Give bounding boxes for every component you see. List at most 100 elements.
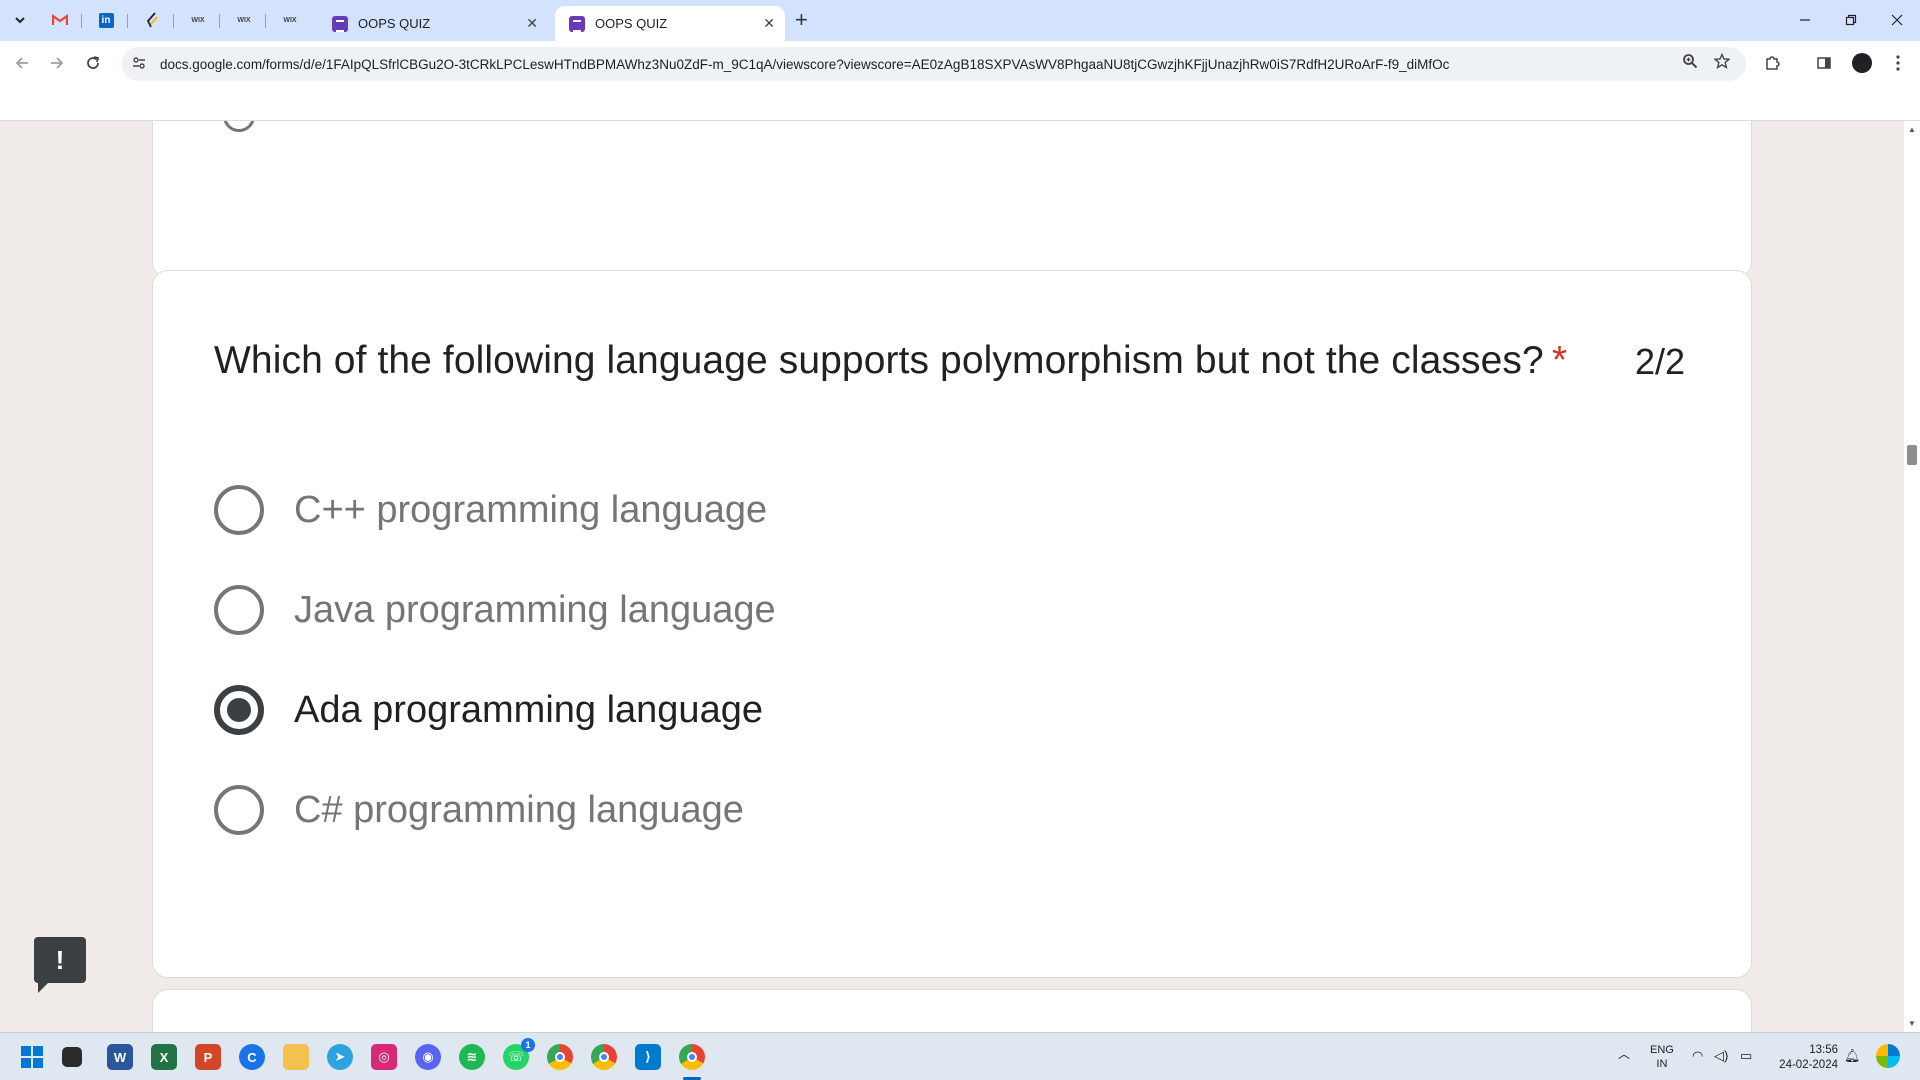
minimize-button[interactable] bbox=[1782, 4, 1828, 36]
tab-title: OOPS QUIZ bbox=[358, 16, 431, 31]
forward-button[interactable] bbox=[43, 49, 71, 77]
zoom-icon[interactable] bbox=[1682, 53, 1698, 74]
linkedin-icon: in bbox=[98, 12, 114, 28]
copilot-icon[interactable] bbox=[1876, 1044, 1900, 1068]
telegram-icon[interactable]: ➤ bbox=[327, 1044, 353, 1070]
required-asterisk: * bbox=[1551, 339, 1568, 382]
pinned-tab-wix-1[interactable]: WIX bbox=[184, 8, 220, 32]
puzzle-icon bbox=[1766, 56, 1780, 70]
file-explorer-icon[interactable] bbox=[62, 1047, 82, 1067]
browser-menu-button[interactable] bbox=[1884, 49, 1912, 77]
pinned-tab-linkedin[interactable]: in bbox=[92, 8, 128, 32]
back-button[interactable] bbox=[8, 49, 36, 77]
new-tab-button[interactable]: + bbox=[795, 8, 808, 32]
option-cpp[interactable]: C++ programming language bbox=[214, 484, 767, 536]
restore-button[interactable] bbox=[1828, 4, 1874, 36]
system-clock[interactable]: 13:56 24-02-2024 bbox=[1779, 1043, 1838, 1073]
address-bar[interactable]: docs.google.com/forms/d/e/1FAIpQLSfrlCBG… bbox=[122, 47, 1746, 81]
scrollbar-thumb[interactable] bbox=[1907, 445, 1917, 465]
wifi-icon[interactable]: ◠ bbox=[1692, 1049, 1703, 1063]
discord-icon[interactable]: ◉ bbox=[415, 1044, 441, 1070]
wix-icon: WIX bbox=[237, 16, 251, 24]
pen-icon bbox=[146, 12, 158, 28]
chrome-active-icon[interactable] bbox=[679, 1044, 705, 1070]
option-java[interactable]: Java programming language bbox=[214, 584, 776, 636]
site-info-icon[interactable] bbox=[132, 56, 152, 73]
form-page: Which of the following language supports… bbox=[0, 121, 1904, 1032]
windows-start-icon[interactable] bbox=[19, 1044, 45, 1070]
battery-icon[interactable]: ▭ bbox=[1740, 1049, 1752, 1063]
powerpoint-icon[interactable]: P bbox=[195, 1044, 221, 1070]
chevron-down-icon bbox=[15, 17, 25, 24]
tab-search-button[interactable] bbox=[8, 8, 32, 32]
close-tab-icon[interactable]: ✕ bbox=[763, 15, 775, 32]
chrome-icon[interactable] bbox=[547, 1044, 573, 1070]
radio-button-partial bbox=[223, 121, 255, 132]
side-panel-button[interactable] bbox=[1810, 49, 1838, 77]
whatsapp-icon[interactable]: ☏ 1 bbox=[503, 1038, 535, 1070]
wix-icon: WIX bbox=[191, 16, 205, 24]
windows-taskbar: W X P C ➤ ◎ ◉ ≋ ☏ 1 ⟩ ︿ ENG IN ◠ ◁) ▭ 13:… bbox=[0, 1032, 1920, 1080]
more-vertical-icon bbox=[1896, 55, 1900, 71]
scroll-down-arrow-icon[interactable]: ▼ bbox=[1908, 1019, 1916, 1028]
page-scrollbar[interactable]: ▲ ▼ bbox=[1904, 121, 1920, 1032]
spotify-icon[interactable]: ≋ bbox=[459, 1044, 485, 1070]
question-title: Which of the following language supports… bbox=[214, 339, 1567, 383]
clock-time: 13:56 bbox=[1809, 1044, 1838, 1056]
question-text: Which of the following language supports… bbox=[214, 339, 1544, 382]
show-hidden-icons-icon[interactable]: ︿ bbox=[1618, 1047, 1630, 1061]
instagram-icon[interactable]: ◎ bbox=[371, 1044, 397, 1070]
folder-icon[interactable] bbox=[283, 1044, 309, 1070]
edge-c-icon[interactable]: C bbox=[239, 1044, 265, 1070]
pinned-tab-wix-3[interactable]: WIX bbox=[276, 8, 304, 32]
pinned-tab-pen[interactable] bbox=[138, 8, 174, 32]
browser-toolbar: docs.google.com/forms/d/e/1FAIpQLSfrlCBG… bbox=[0, 41, 1920, 121]
clock-date: 24-02-2024 bbox=[1779, 1059, 1838, 1071]
option-label: Ada programming language bbox=[294, 688, 763, 731]
arrow-right-icon bbox=[51, 57, 64, 69]
question-card: Which of the following language supports… bbox=[152, 270, 1752, 978]
radio-button-selected[interactable] bbox=[214, 685, 264, 735]
minimize-icon bbox=[1800, 19, 1810, 21]
excel-icon[interactable]: X bbox=[151, 1044, 177, 1070]
chrome-profile-icon[interactable] bbox=[591, 1044, 617, 1070]
profile-avatar[interactable] bbox=[1852, 53, 1872, 73]
region-text: IN bbox=[1656, 1058, 1668, 1070]
reload-icon bbox=[87, 56, 100, 69]
word-icon[interactable]: W bbox=[107, 1044, 133, 1070]
extensions-button[interactable] bbox=[1758, 49, 1786, 77]
radio-button[interactable] bbox=[214, 785, 264, 835]
tab-oops-quiz-1[interactable]: OOPS QUIZ ✕ bbox=[318, 6, 548, 41]
reload-button[interactable] bbox=[79, 49, 107, 77]
restore-icon bbox=[1845, 14, 1857, 26]
option-label: Java programming language bbox=[294, 588, 776, 631]
pinned-tab-gmail[interactable] bbox=[46, 8, 82, 32]
language-text: ENG bbox=[1650, 1044, 1674, 1056]
close-tab-icon[interactable]: ✕ bbox=[526, 15, 538, 32]
option-label: C# programming language bbox=[294, 788, 744, 831]
close-window-button[interactable] bbox=[1874, 4, 1920, 36]
report-problem-button[interactable]: ! bbox=[34, 937, 86, 993]
volume-icon[interactable]: ◁) bbox=[1714, 1049, 1728, 1063]
option-csharp[interactable]: C# programming language bbox=[214, 784, 744, 836]
radio-button[interactable] bbox=[214, 585, 264, 635]
next-question-card bbox=[152, 989, 1752, 1032]
pinned-tab-wix-2[interactable]: WIX bbox=[230, 8, 266, 32]
previous-question-card bbox=[152, 121, 1752, 278]
notification-badge: 1 bbox=[521, 1038, 535, 1052]
option-ada[interactable]: Ada programming language bbox=[214, 684, 763, 736]
vscode-icon[interactable]: ⟩ bbox=[635, 1044, 661, 1070]
language-indicator[interactable]: ENG IN bbox=[1650, 1043, 1674, 1071]
tab-oops-quiz-2[interactable]: OOPS QUIZ ✕ bbox=[555, 6, 785, 41]
radio-button[interactable] bbox=[214, 485, 264, 535]
tab-strip: in WIX WIX WIX OOPS QUIZ ✕ OOPS QUIZ ✕ + bbox=[0, 0, 1920, 41]
gmail-icon bbox=[52, 14, 68, 25]
option-label: C++ programming language bbox=[294, 488, 768, 531]
google-forms-icon bbox=[569, 15, 585, 32]
tab-title: OOPS QUIZ bbox=[595, 16, 668, 31]
bookmark-star-icon[interactable] bbox=[1713, 52, 1731, 74]
side-panel-icon bbox=[1817, 57, 1831, 69]
notification-bell-icon[interactable]: 🔔︎ bbox=[1844, 1049, 1861, 1063]
scroll-up-arrow-icon[interactable]: ▲ bbox=[1908, 125, 1916, 134]
url-text[interactable]: docs.google.com/forms/d/e/1FAIpQLSfrlCBG… bbox=[160, 57, 1660, 72]
